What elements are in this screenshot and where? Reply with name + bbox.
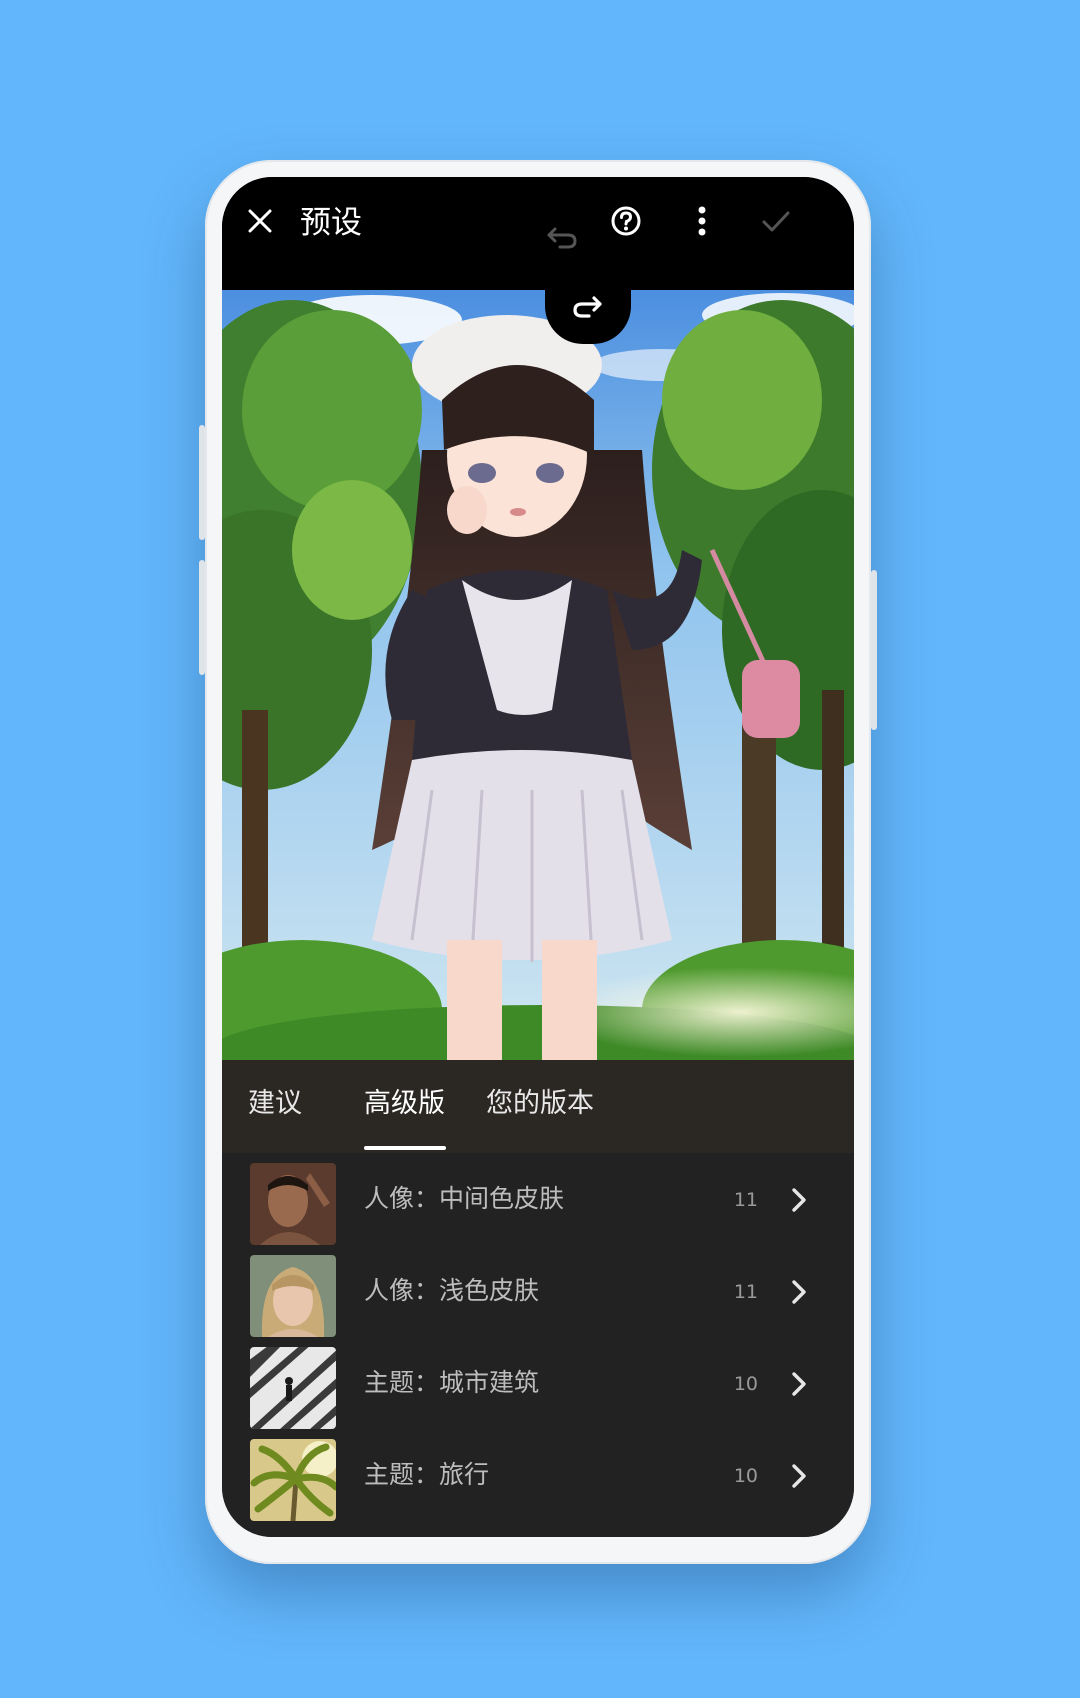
preset-label: 主题：旅行 [364, 1460, 490, 1489]
volume-button [199, 425, 205, 540]
help-icon[interactable] [606, 201, 646, 241]
list-item[interactable]: 主题：旅行 10 [222, 1429, 854, 1521]
tab-premium[interactable]: 高级版 [364, 1084, 445, 1124]
preset-count: 10 [733, 1373, 758, 1395]
photo-preview [222, 290, 854, 1060]
list-item[interactable]: 主题：城市建筑 10 [222, 1337, 854, 1429]
preset-count: 11 [733, 1189, 758, 1211]
preset-count: 10 [733, 1465, 758, 1487]
top-bar: 预设 [222, 177, 854, 290]
list-item[interactable]: 人像：中间色皮肤 11 [222, 1153, 854, 1245]
tab-suggestions[interactable]: 建议 [248, 1084, 302, 1124]
chevron-right-icon [784, 1369, 814, 1399]
undo-icon[interactable] [542, 217, 582, 257]
power-button [199, 560, 205, 675]
preset-thumbnail [250, 1255, 336, 1337]
list-item[interactable]: 人像：浅色皮肤 11 [222, 1245, 854, 1337]
close-icon[interactable] [240, 201, 280, 241]
app-screen: 预设 建议 高级版 您的版本 人像：中间色皮肤 11 人像：浅色皮肤 11 主题… [222, 177, 854, 1537]
side-button [871, 570, 877, 730]
tab-your-versions[interactable]: 您的版本 [486, 1084, 594, 1124]
preset-thumbnail [250, 1163, 336, 1245]
active-tab-indicator [364, 1146, 446, 1150]
phone-frame: 预设 建议 高级版 您的版本 人像：中间色皮肤 11 人像：浅色皮肤 11 主题… [199, 160, 877, 1564]
chevron-right-icon [784, 1277, 814, 1307]
preset-thumbnail [250, 1439, 336, 1521]
redo-icon[interactable] [545, 269, 631, 344]
preset-tabs: 建议 高级版 您的版本 [222, 1060, 854, 1154]
preset-label: 主题：城市建筑 [364, 1368, 540, 1397]
page-title: 预设 [300, 205, 362, 241]
preset-list: 人像：中间色皮肤 11 人像：浅色皮肤 11 主题：城市建筑 10 主题：旅行 … [222, 1153, 854, 1537]
check-icon[interactable] [756, 201, 796, 241]
preset-count: 11 [733, 1281, 758, 1303]
chevron-right-icon [784, 1185, 814, 1215]
preset-thumbnail [250, 1347, 336, 1429]
more-vertical-icon[interactable] [682, 201, 722, 241]
preset-label: 人像：中间色皮肤 [364, 1184, 565, 1213]
preset-label: 人像：浅色皮肤 [364, 1276, 540, 1305]
chevron-right-icon [784, 1461, 814, 1491]
